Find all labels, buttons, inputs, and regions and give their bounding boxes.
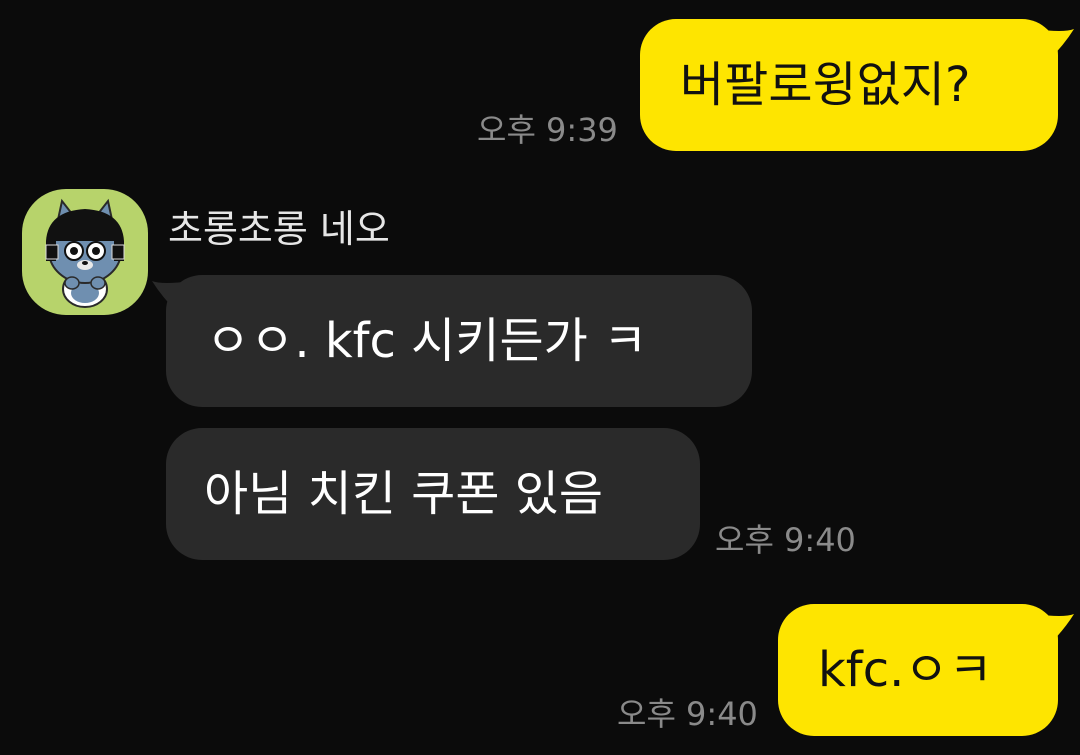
message-time: 오후 9:40: [715, 521, 856, 559]
message-time: 오후 9:39: [477, 111, 618, 149]
message-text: 아님 치킨 쿠폰 있음: [204, 466, 604, 522]
chat-screen: 오후 9:39 버팔로윙없지? 초롱초롱 네오 ㅇㅇ. kfc 시키든가 ㅋ 아…: [0, 0, 1080, 755]
message-time: 오후 9:40: [617, 695, 758, 733]
other-message-bubble[interactable]: 아님 치킨 쿠폰 있음: [166, 428, 700, 560]
bubble-tail: [1034, 614, 1074, 646]
bubble-tail: [1034, 29, 1074, 61]
message-text: 버팔로윙없지?: [680, 57, 971, 113]
message-text: kfc.ㅇㅋ: [818, 642, 993, 698]
bubble-tail: [152, 281, 192, 313]
other-message-bubble[interactable]: ㅇㅇ. kfc 시키든가 ㅋ: [152, 275, 752, 407]
avatar[interactable]: [22, 189, 148, 315]
message-text: ㅇㅇ. kfc 시키든가 ㅋ: [206, 313, 648, 369]
neo-character-icon: [45, 198, 125, 308]
my-message-bubble[interactable]: kfc.ㅇㅋ: [778, 604, 1074, 736]
my-message-bubble[interactable]: 버팔로윙없지?: [640, 19, 1074, 151]
sender-name: 초롱초롱 네오: [168, 207, 390, 251]
